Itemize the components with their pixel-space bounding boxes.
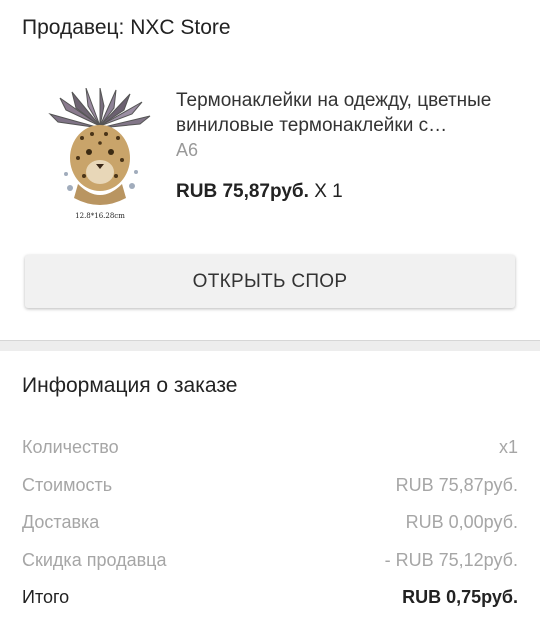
order-info-title: Информация о заказе <box>22 374 238 397</box>
row-label: Скидка продавца <box>22 549 167 570</box>
open-dispute-button[interactable]: ОТКРЫТЬ СПОР <box>25 255 515 308</box>
row-label: Итого <box>22 587 70 607</box>
product-price: RUB 75,87руб. <box>176 181 309 202</box>
product-title[interactable]: Термонаклейки на одежду, цветные винилов… <box>176 88 521 138</box>
order-row-quantity: Количество x1 <box>22 437 518 475</box>
product-item[interactable]: 12.8*16.28cm Термонаклейки на одежду, цв… <box>0 80 540 230</box>
row-label: Количество <box>22 437 119 457</box>
row-label: Доставка <box>22 512 100 532</box>
order-row-seller-discount: Скидка продавца - RUB 75,12руб. <box>22 550 518 588</box>
order-row-total: Итого RUB 0,75руб. <box>22 587 518 625</box>
row-value: RUB 0,00руб. <box>405 512 518 532</box>
order-row-cost: Стоимость RUB 75,87руб. <box>22 475 518 513</box>
row-value: RUB 75,87руб. <box>395 474 518 495</box>
row-value: RUB 0,75руб. <box>402 587 518 607</box>
seller-name[interactable]: Продавец: NXC Store <box>22 16 231 40</box>
leopard-sticker-image: 12.8*16.28cm <box>48 88 151 220</box>
order-row-shipping: Доставка RUB 0,00руб. <box>22 512 518 550</box>
row-value: x1 <box>498 437 518 457</box>
product-variant: A6 <box>176 140 199 160</box>
row-label: Стоимость <box>22 474 113 495</box>
product-thumbnail[interactable]: 12.8*16.28cm <box>40 88 160 223</box>
image-size-caption: 12.8*16.28cm <box>75 212 125 220</box>
row-value: - RUB 75,12руб. <box>384 549 518 570</box>
product-quantity: X 1 <box>308 181 343 202</box>
section-divider <box>0 341 540 351</box>
order-info-rows: Количество x1 Стоимость RUB 75,87руб. До… <box>22 437 518 625</box>
price-quantity: RUB 75,87руб. X 1 <box>176 181 343 203</box>
